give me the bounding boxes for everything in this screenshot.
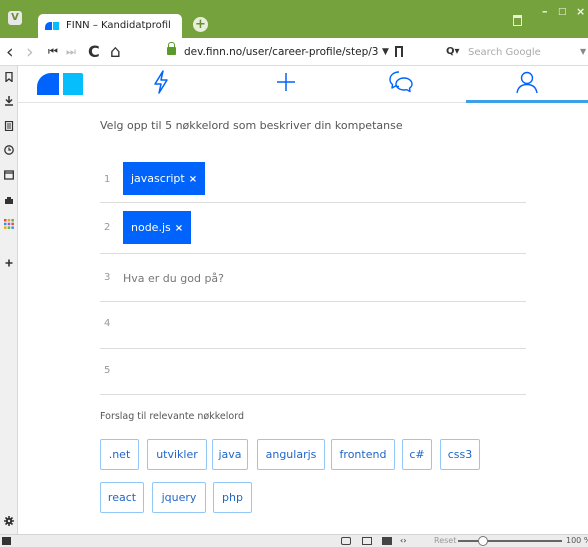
keyword-chip-label: javascript (131, 172, 185, 185)
row-divider (100, 348, 526, 349)
tab-title: FINN – Kandidatprofil (66, 20, 171, 31)
search-field[interactable]: Q▾ ▼ (442, 42, 588, 62)
row-number: 1 (104, 174, 111, 185)
nav-add-button[interactable] (261, 69, 311, 99)
trash-icon[interactable] (513, 15, 522, 26)
row-divider (100, 301, 526, 302)
status-bar: ‹› Reset 100 % (0, 534, 588, 547)
close-button[interactable]: × (576, 6, 585, 18)
panel-toggle-icon[interactable] (2, 537, 11, 545)
row-number: 5 (104, 365, 111, 376)
tab-finn-kandidatprofil[interactable]: FINN – Kandidatprofil (38, 14, 182, 38)
suggestion-utvikler[interactable]: utvikler (147, 439, 207, 470)
reload-button[interactable]: C (88, 42, 100, 62)
nav-lightning-button[interactable] (136, 69, 186, 99)
finn-favicon-icon (45, 22, 59, 30)
new-tab-button[interactable]: + (193, 17, 208, 32)
address-bar: ‹ › ⏮ ⏭ C ⌂ dev.finn.no/user/career-prof… (0, 38, 588, 66)
first-page-button[interactable]: ⏮ (48, 42, 58, 62)
zoom-slider[interactable] (458, 540, 562, 542)
page-actions-icon[interactable]: ‹› (400, 535, 407, 547)
images-icon[interactable] (382, 537, 392, 545)
maximize-button[interactable]: □ (558, 6, 567, 18)
window-icon[interactable] (4, 170, 14, 180)
row-divider (100, 253, 526, 254)
zoom-level: 100 % (566, 536, 588, 545)
minimize-button[interactable]: – (542, 6, 548, 18)
extensions-icon[interactable] (4, 195, 14, 205)
keyword-chip-nodejs[interactable]: node.js × (123, 211, 192, 245)
home-button[interactable]: ⌂ (110, 42, 121, 62)
suggestions-label: Forslag til relevante nøkkelord (100, 411, 244, 422)
suggestion-java[interactable]: java (212, 439, 248, 470)
settings-icon[interactable] (4, 516, 14, 526)
bookmark-icon[interactable] (395, 46, 403, 57)
plus-icon (277, 73, 295, 91)
row-number: 2 (104, 222, 111, 233)
row-divider (100, 394, 526, 395)
suggestion-net[interactable]: .net (100, 439, 139, 470)
user-icon (516, 71, 538, 94)
download-icon[interactable] (4, 96, 14, 106)
tiling-icon[interactable] (362, 537, 372, 545)
row-number: 4 (104, 318, 111, 329)
url-dropdown-icon[interactable]: ▼ (382, 42, 389, 62)
row-divider (100, 202, 526, 203)
finn-logo-part-icon[interactable] (63, 73, 83, 95)
chat-icon (389, 71, 413, 93)
url-text: dev.finn.no/user/career-profile/step/3 (184, 46, 379, 58)
app-header (18, 66, 588, 103)
keyword-input[interactable] (123, 269, 503, 287)
suggestion-css3[interactable]: css3 (440, 439, 480, 470)
zoom-slider-handle[interactable] (478, 536, 488, 546)
forward-button[interactable]: › (26, 42, 34, 62)
add-panel-icon[interactable] (4, 258, 14, 268)
page-content: Velg opp til 5 nøkkelord som beskriver d… (18, 66, 588, 534)
instruction-text: Velg opp til 5 nøkkelord som beskriver d… (100, 119, 403, 132)
keyword-chip-label: node.js (131, 221, 171, 234)
suggestion-react[interactable]: react (100, 482, 144, 513)
nav-messages-button[interactable] (376, 69, 426, 99)
finn-logo-icon[interactable] (37, 73, 59, 95)
notes-icon[interactable] (4, 121, 14, 131)
zoom-reset-button[interactable]: Reset (434, 535, 456, 547)
remove-keyword-button[interactable]: × (175, 212, 183, 245)
suggestion-frontend[interactable]: frontend (331, 439, 395, 470)
lightning-icon (154, 70, 168, 94)
back-button[interactable]: ‹ (6, 42, 14, 62)
search-engine-icon[interactable]: Q▾ (446, 42, 460, 62)
nav-profile-button[interactable] (502, 69, 552, 99)
active-tab-indicator (466, 100, 588, 103)
title-bar: V FINN – Kandidatprofil + – □ × (0, 0, 588, 38)
search-dropdown-icon[interactable]: ▼ (580, 42, 586, 62)
row-number: 3 (104, 272, 111, 283)
apps-icon[interactable] (4, 219, 14, 229)
side-panel (0, 66, 18, 534)
url-field[interactable]: dev.finn.no/user/career-profile/step/3 ▼ (160, 42, 416, 62)
suggestion-angularjs[interactable]: angularjs (257, 439, 325, 470)
search-input[interactable] (468, 44, 572, 60)
fast-forward-button[interactable]: ⏭ (66, 42, 76, 62)
capture-icon[interactable] (341, 537, 351, 545)
suggestion-jquery[interactable]: jquery (152, 482, 206, 513)
remove-keyword-button[interactable]: × (189, 163, 197, 196)
lock-icon (167, 42, 176, 55)
suggestion-csharp[interactable]: c# (402, 439, 432, 470)
bookmark-icon[interactable] (4, 72, 14, 82)
history-icon[interactable] (4, 145, 14, 155)
suggestion-php[interactable]: php (213, 482, 252, 513)
vivaldi-logo-icon[interactable]: V (8, 11, 22, 25)
keyword-chip-javascript[interactable]: javascript × (123, 162, 206, 196)
